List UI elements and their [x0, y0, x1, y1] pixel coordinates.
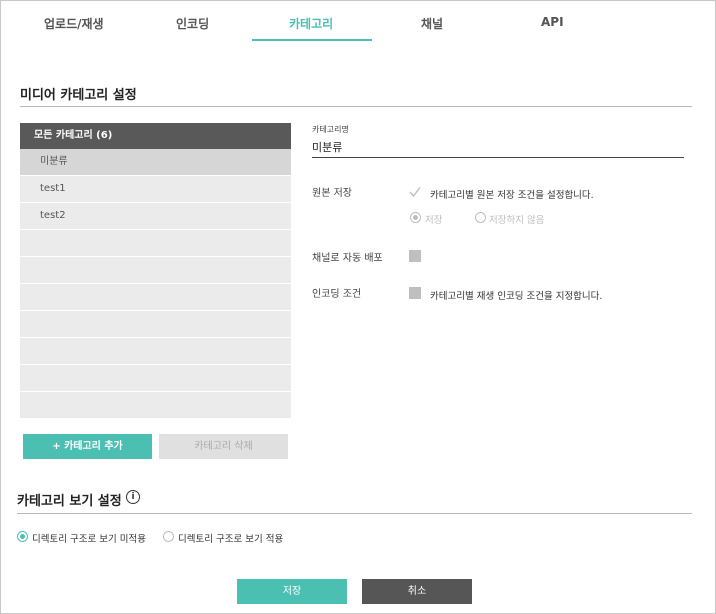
- storage-no-save-label: 저장하지 않음: [489, 215, 545, 226]
- original-storage-description: 카테고리별 원본 저장 조건을 설정합니다.: [430, 190, 594, 201]
- list-item: [20, 284, 291, 311]
- auto-channel-label: 채널로 자동 배포: [312, 253, 383, 264]
- list-item[interactable]: test2: [20, 203, 291, 230]
- category-name-input[interactable]: 미분류: [312, 139, 342, 155]
- encoding-condition-label: 인코딩 조건: [312, 289, 362, 300]
- encoding-condition-checkbox[interactable]: [409, 287, 421, 299]
- list-item[interactable]: 미분류: [20, 149, 291, 176]
- category-list-header[interactable]: 모든 카테고리 (6): [20, 123, 291, 149]
- storage-no-save-radio[interactable]: [475, 212, 486, 223]
- view-off-radio[interactable]: [17, 531, 28, 542]
- tab-bar: 업로드/재생 인코딩 카테고리 채널 API: [0, 0, 716, 42]
- tab-encoding[interactable]: 인코딩: [176, 15, 209, 32]
- tab-upload-play[interactable]: 업로드/재생: [44, 15, 104, 32]
- list-item: [20, 338, 291, 365]
- section-divider: [20, 106, 692, 107]
- auto-channel-checkbox[interactable]: [409, 250, 421, 262]
- category-name-label: 카테고리명: [312, 125, 349, 134]
- encoding-condition-description: 카테고리별 재생 인코딩 조건을 지정합니다.: [430, 291, 603, 302]
- checkmark-icon[interactable]: [409, 186, 421, 198]
- active-tab-indicator: [252, 39, 372, 41]
- delete-category-button[interactable]: 카테고리 삭제: [159, 434, 288, 459]
- storage-save-label: 저장: [425, 215, 443, 226]
- list-item: [20, 257, 291, 284]
- storage-save-radio[interactable]: [410, 212, 421, 223]
- view-on-label: 디렉토리 구조로 보기 적용: [178, 534, 284, 545]
- save-button[interactable]: 저장: [237, 579, 347, 604]
- add-category-button[interactable]: + 카테고리 추가: [23, 434, 152, 459]
- list-item: [20, 365, 291, 392]
- list-item: [20, 230, 291, 257]
- tab-channel[interactable]: 채널: [421, 15, 443, 32]
- section-divider: [17, 513, 692, 514]
- list-item[interactable]: test1: [20, 176, 291, 203]
- view-on-radio[interactable]: [163, 531, 174, 542]
- category-list: 모든 카테고리 (6) 미분류 test1 test2: [20, 123, 291, 419]
- media-category-title: 미디어 카테고리 설정: [20, 88, 137, 103]
- tab-api[interactable]: API: [541, 15, 564, 29]
- list-item: [20, 392, 291, 419]
- info-icon[interactable]: i: [126, 490, 140, 504]
- category-name-underline: [312, 157, 684, 158]
- view-off-label: 디렉토리 구조로 보기 미적용: [32, 534, 146, 545]
- cancel-button[interactable]: 취소: [362, 579, 472, 604]
- original-storage-label: 원본 저장: [312, 188, 352, 199]
- tab-category[interactable]: 카테고리: [289, 15, 333, 32]
- list-item: [20, 311, 291, 338]
- category-view-title: 카테고리 보기 설정: [17, 494, 122, 509]
